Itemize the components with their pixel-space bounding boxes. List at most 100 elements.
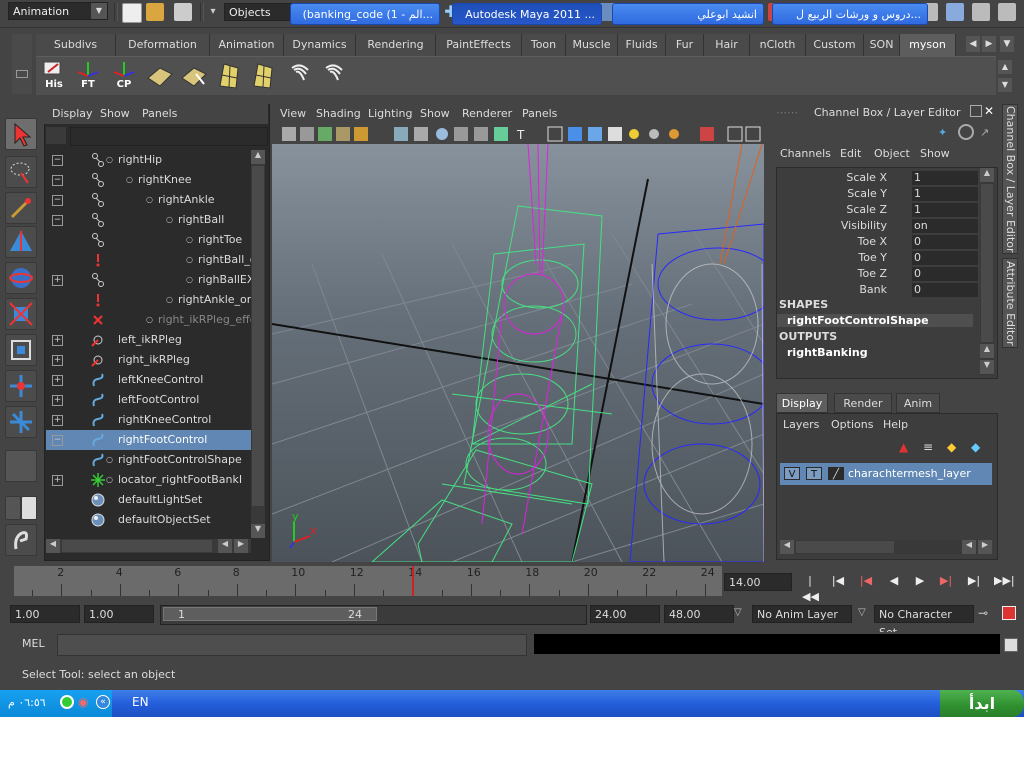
step-forward-frame-icon[interactable]: ▶|: [966, 573, 982, 589]
list-item[interactable]: + left_ikRPleg: [46, 330, 252, 350]
mel-label[interactable]: MEL: [22, 637, 45, 650]
new-scene-icon[interactable]: [122, 3, 142, 23]
list-item[interactable]: + leftFootControl: [46, 390, 252, 410]
channel-box-scrollbar[interactable]: ▲ ▲ ▼: [980, 168, 994, 375]
scroll-left-icon[interactable]: ◀: [962, 540, 976, 554]
channel-row[interactable]: Scale X 1: [777, 170, 982, 186]
move-tool-icon[interactable]: [5, 226, 37, 258]
speed-icon[interactable]: [958, 124, 974, 140]
scroll-right-icon[interactable]: ▶: [978, 540, 992, 554]
layout-icon[interactable]: [946, 3, 964, 21]
collapse-icon[interactable]: −: [52, 215, 63, 226]
character-set-field[interactable]: No Character Set: [874, 605, 974, 639]
channel-name[interactable]: Toe Z: [858, 266, 887, 282]
step-back-key-icon[interactable]: |◀: [858, 573, 874, 589]
outliner-menu-display[interactable]: Display: [52, 107, 93, 120]
menu-set-dropdown[interactable]: Animation ▼: [8, 2, 108, 20]
channel-value[interactable]: 1: [912, 187, 978, 201]
scroll-left-icon[interactable]: ◀: [46, 539, 60, 553]
viewport-menu-shading[interactable]: Shading: [316, 107, 361, 120]
list-item[interactable]: ○ rightBall_o: [46, 250, 252, 270]
show-manipulator-icon[interactable]: [5, 406, 37, 438]
anim-layer-dropdown-icon[interactable]: ▽: [734, 607, 742, 618]
go-to-start-icon[interactable]: |◀◀: [802, 573, 819, 603]
new-empty-layer-icon[interactable]: ◆: [947, 440, 956, 454]
graph-editor-icon[interactable]: [998, 3, 1016, 21]
script-editor-icon[interactable]: [1004, 638, 1018, 652]
list-item[interactable]: ○ rightToe: [46, 230, 252, 250]
expand-icon[interactable]: +: [52, 355, 63, 366]
center-pivot-icon[interactable]: CP: [110, 60, 138, 90]
shelf-tab-rendering[interactable]: Rendering: [356, 34, 436, 56]
scroll-up-icon[interactable]: ▲: [980, 168, 994, 182]
scroll-up-icon[interactable]: ▲: [980, 344, 994, 358]
outliner-scroll-thumb[interactable]: [252, 166, 264, 506]
shelf-menu-icon[interactable]: [16, 70, 28, 78]
channel-box-menu-object[interactable]: Object: [874, 147, 910, 160]
list-item[interactable]: + ○ righBallEX: [46, 270, 252, 290]
taskbar-button-browser[interactable]: دروس و ورشات الربيع ل...: [772, 3, 928, 25]
shelf-tab-fur[interactable]: Fur: [666, 34, 704, 56]
start-time-field[interactable]: 1.00: [10, 605, 80, 623]
viewport-menu-view[interactable]: View: [280, 107, 306, 120]
viewport-menu-panels[interactable]: Panels: [522, 107, 557, 120]
layout-outliner-icon[interactable]: [21, 496, 37, 520]
tab-render[interactable]: Render: [834, 393, 892, 413]
channel-name[interactable]: Visibility: [841, 218, 887, 234]
shelf-tab-painteffects[interactable]: PaintEffects: [436, 34, 522, 56]
open-scene-icon[interactable]: [146, 3, 164, 21]
scroll-down-icon[interactable]: ▼: [251, 524, 265, 538]
layer-menu-layers[interactable]: Layers: [783, 418, 819, 431]
hair-alt-icon[interactable]: [320, 60, 348, 90]
scroll-left-icon[interactable]: ◀: [780, 540, 794, 554]
lasso-tool-icon[interactable]: [5, 156, 37, 188]
perspective-viewport[interactable]: y x: [272, 144, 764, 562]
selection-mode-dropdown-icon[interactable]: ▾: [206, 3, 220, 21]
select-tool-icon[interactable]: [5, 118, 37, 150]
shelf-tab-myson[interactable]: myson: [900, 34, 956, 56]
start-button[interactable]: ابدأ: [940, 690, 1024, 717]
outliner-icon[interactable]: [972, 3, 990, 21]
anim-layer-field[interactable]: No Anim Layer: [752, 605, 852, 623]
layer-menu-help[interactable]: Help: [883, 418, 908, 431]
pick-icon[interactable]: ↗: [980, 126, 994, 140]
shelf-tab-ncloth[interactable]: nCloth: [750, 34, 806, 56]
scroll-down-icon[interactable]: ▼: [980, 360, 994, 374]
tray-expand-icon[interactable]: «: [96, 695, 110, 709]
current-frame-field[interactable]: 14.00: [724, 573, 792, 591]
scroll-right-icon[interactable]: ▶: [234, 539, 248, 553]
shelf-tab-fluids[interactable]: Fluids: [618, 34, 666, 56]
plane-icon[interactable]: [146, 60, 174, 90]
tab-anim[interactable]: Anim: [896, 393, 940, 413]
chevron-down-icon[interactable]: ▼: [91, 3, 107, 19]
step-forward-key-icon[interactable]: ▶|: [938, 573, 954, 589]
auto-key-icon[interactable]: ⊸: [978, 606, 988, 620]
collapse-icon[interactable]: −: [52, 175, 63, 186]
list-item[interactable]: − rightFootControl: [46, 430, 252, 450]
list-item[interactable]: ○ right_ikRPleg_effe: [46, 310, 252, 330]
time-slider[interactable]: 2 4 6 8 10 12 14 16 18 20 22 24: [14, 566, 722, 596]
play-backwards-icon[interactable]: ◀: [886, 573, 902, 589]
rotate-tool-icon[interactable]: [5, 262, 37, 294]
channel-box-scroll-thumb[interactable]: [981, 184, 993, 342]
range-slider[interactable]: 1 24: [160, 605, 587, 625]
list-item[interactable]: − ○ rightBall: [46, 210, 252, 230]
tray-volume-icon[interactable]: ◉: [78, 695, 88, 709]
language-indicator[interactable]: EN: [132, 695, 149, 709]
channel-box-menu-edit[interactable]: Edit: [840, 147, 861, 160]
outliner-menu-show[interactable]: Show: [100, 107, 130, 120]
shelf-tab-deformation[interactable]: Deformation: [116, 34, 210, 56]
layer-color-swatch-icon[interactable]: ╱: [828, 467, 844, 480]
expand-icon[interactable]: +: [52, 475, 63, 486]
channel-row[interactable]: Toe X 0: [777, 234, 982, 250]
shelf-tab-animation[interactable]: Animation: [210, 34, 284, 56]
outliner-menu-panels[interactable]: Panels: [142, 107, 177, 120]
layer-display-type-toggle[interactable]: T: [806, 467, 822, 480]
expand-icon[interactable]: +: [52, 415, 63, 426]
list-item[interactable]: + ○ locator_rightFootBankI: [46, 470, 252, 490]
channel-name[interactable]: Toe Y: [858, 250, 887, 266]
channel-box-side-tab[interactable]: Channel Box / Layer Editor: [1002, 104, 1018, 254]
list-item[interactable]: defaultObjectSet: [46, 510, 252, 530]
channel-value[interactable]: on: [912, 219, 978, 233]
list-item[interactable]: − ○ rightHip: [46, 150, 252, 170]
